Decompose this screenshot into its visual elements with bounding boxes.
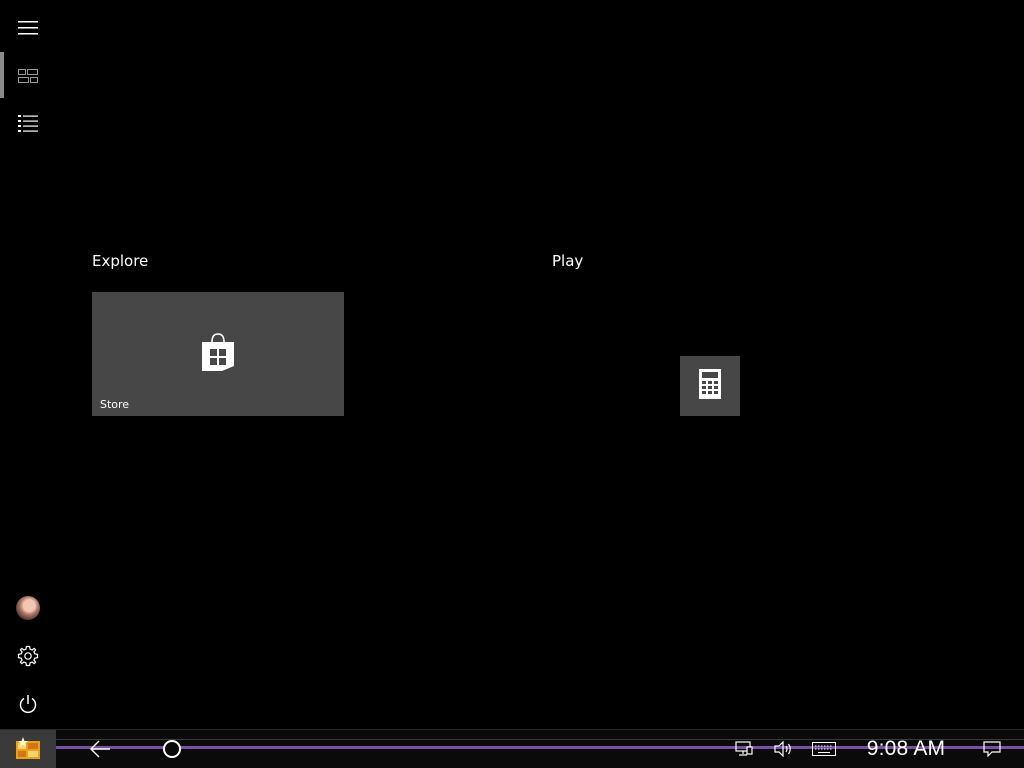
- start-button[interactable]: [0, 730, 56, 768]
- action-center-button[interactable]: [976, 730, 1008, 768]
- volume-button[interactable]: [768, 730, 800, 768]
- tiles-view-icon: [18, 69, 38, 83]
- taskbar-clock[interactable]: 9:08 AM: [856, 730, 956, 768]
- hamburger-menu-icon: [18, 21, 38, 35]
- cortana-button[interactable]: [152, 730, 192, 768]
- back-button[interactable]: [80, 730, 120, 768]
- taskbar: 9:08 AM: [0, 729, 1024, 768]
- store-tile-label: Store: [100, 398, 130, 411]
- user-account-button[interactable]: [0, 584, 56, 632]
- all-apps-list-button[interactable]: [0, 100, 56, 148]
- calculator-icon: [699, 369, 721, 403]
- start-logo-icon: [16, 737, 40, 759]
- store-bag-icon: [200, 332, 236, 376]
- settings-gear-icon: [17, 645, 39, 667]
- hamburger-menu-button[interactable]: [0, 4, 56, 52]
- touch-keyboard-button[interactable]: [808, 730, 840, 768]
- calculator-tile[interactable]: [680, 356, 740, 416]
- all-apps-list-icon: [18, 115, 38, 132]
- volume-icon: [774, 741, 791, 757]
- tiles-view-button[interactable]: [0, 52, 56, 100]
- power-icon: [19, 695, 37, 714]
- network-button[interactable]: [728, 730, 760, 768]
- notifications-icon: [983, 741, 1001, 757]
- start-screen: Explore Store Play 9:08 AM: [0, 0, 1024, 768]
- group-header-explore[interactable]: Explore: [92, 252, 148, 270]
- power-button[interactable]: [0, 680, 56, 728]
- store-tile[interactable]: Store: [92, 292, 344, 416]
- group-header-play[interactable]: Play: [552, 252, 583, 270]
- user-avatar: [16, 596, 40, 620]
- settings-button[interactable]: [0, 632, 56, 680]
- keyboard-icon: [812, 742, 836, 756]
- back-arrow-icon: [90, 740, 110, 758]
- cortana-circle-icon: [163, 740, 181, 758]
- network-icon: [735, 741, 753, 756]
